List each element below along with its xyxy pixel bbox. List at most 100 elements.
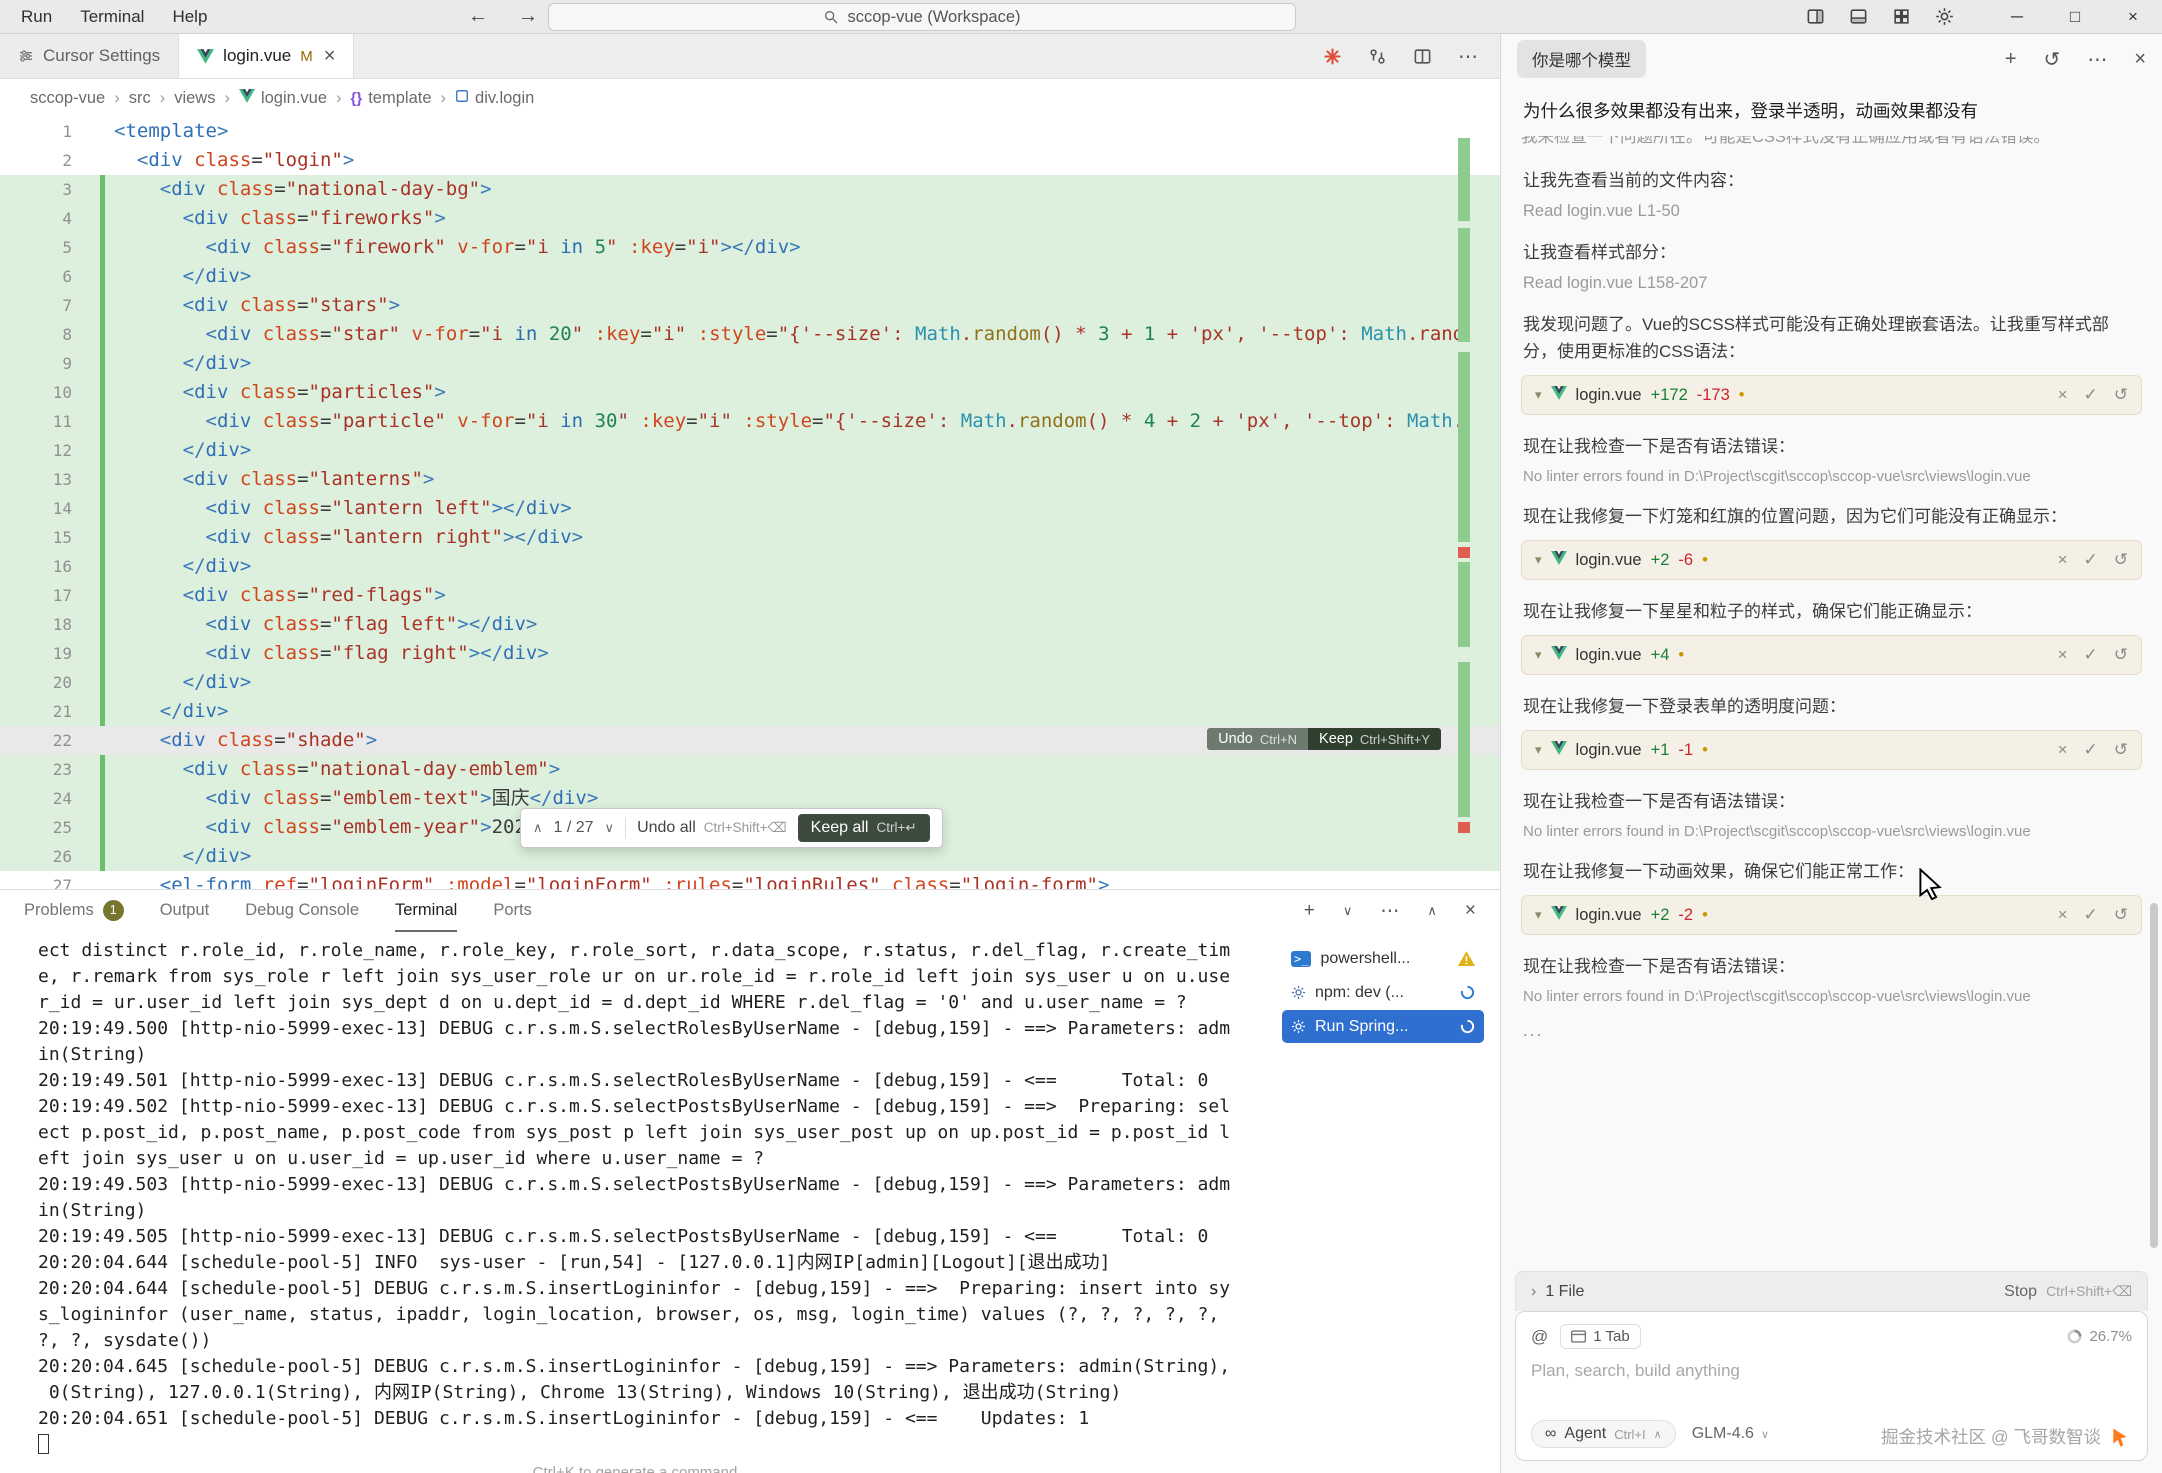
terminal-dropdown-icon[interactable]: ∨ [1343, 903, 1353, 919]
files-bar[interactable]: › 1 File Stop Ctrl+Shift+⌫ [1515, 1271, 2148, 1311]
settings-gear-icon[interactable] [1935, 7, 1954, 26]
terminal-session-powershell[interactable]: >_powershell... [1282, 942, 1484, 975]
breadcrumb-item-views[interactable]: views [174, 89, 215, 108]
line-number[interactable]: 6 [0, 262, 72, 291]
line-number[interactable]: 1 [0, 117, 72, 146]
new-terminal-icon[interactable]: + [1304, 900, 1315, 922]
keep-button[interactable]: KeepCtrl+Shift+Y [1308, 728, 1441, 750]
revert-icon[interactable]: ↺ [2114, 905, 2128, 925]
tab-cursor-settings[interactable]: Cursor Settings [0, 34, 179, 78]
line-number[interactable]: 23 [0, 755, 72, 784]
breadcrumb-item-login-vue[interactable]: login.vue [239, 89, 327, 108]
line-number[interactable]: 19 [0, 639, 72, 668]
revert-icon[interactable]: ↺ [2114, 385, 2128, 405]
next-diff-icon[interactable]: ∨ [605, 820, 615, 836]
line-number[interactable]: 18 [0, 610, 72, 639]
file-edit-chip[interactable]: ▾login.vue+2-6•×✓↺ [1521, 540, 2142, 580]
terminal-view[interactable]: ect distinct r.role_id, r.role_name, r.r… [0, 932, 1500, 1473]
reject-icon[interactable]: × [2058, 645, 2068, 665]
line-number[interactable]: 13 [0, 465, 72, 494]
add-context-button[interactable]: @ [1531, 1327, 1548, 1347]
breadcrumb-item-src[interactable]: src [129, 89, 151, 108]
line-number[interactable]: 9 [0, 349, 72, 378]
reject-icon[interactable]: × [2058, 550, 2068, 570]
context-chip[interactable]: 1 Tab [1560, 1324, 1640, 1349]
chevron-down-icon[interactable]: ▾ [1535, 647, 1542, 663]
chevron-down-icon[interactable]: ▾ [1535, 907, 1542, 923]
file-edit-chip[interactable]: ▾login.vue+2-2•×✓↺ [1521, 895, 2142, 935]
chevron-down-icon[interactable]: ▾ [1535, 552, 1542, 568]
agent-mode-selector[interactable]: ∞ Agent Ctrl+I ∧ [1531, 1420, 1676, 1448]
extensions-icon[interactable] [1892, 7, 1911, 26]
layout-panel-icon[interactable] [1849, 7, 1868, 26]
menu-terminal[interactable]: Terminal [67, 5, 157, 29]
prev-diff-icon[interactable]: ∧ [533, 820, 543, 836]
maximize-button[interactable]: □ [2046, 0, 2104, 34]
maximize-panel-icon[interactable]: ∧ [1427, 903, 1437, 919]
line-number[interactable]: 3 [0, 175, 72, 204]
tool-read-row[interactable]: Read login.vue L1-50 [1523, 202, 2140, 221]
revert-icon[interactable]: ↺ [2114, 645, 2128, 665]
file-edit-chip[interactable]: ▾login.vue+1-1•×✓↺ [1521, 730, 2142, 770]
reject-icon[interactable]: × [2058, 905, 2068, 925]
file-edit-chip[interactable]: ▾login.vue+4•×✓↺ [1521, 635, 2142, 675]
line-number[interactable]: 15 [0, 523, 72, 552]
chevron-down-icon[interactable]: ▾ [1535, 742, 1542, 758]
overview-ruler[interactable] [1458, 117, 1470, 889]
panel-tab-output[interactable]: Output [160, 890, 210, 932]
history-icon[interactable]: ↺ [2044, 47, 2061, 72]
tool-read-row[interactable]: Read login.vue L158-207 [1523, 274, 2140, 293]
line-number[interactable]: 21 [0, 697, 72, 726]
layout-columns-icon[interactable] [1806, 7, 1825, 26]
line-number[interactable]: 4 [0, 204, 72, 233]
line-number[interactable]: 27 [0, 871, 72, 889]
revert-icon[interactable]: ↺ [2114, 550, 2128, 570]
line-number[interactable]: 26 [0, 842, 72, 871]
accept-icon[interactable]: ✓ [2084, 740, 2098, 760]
chat-scrollbar[interactable] [2150, 903, 2158, 1248]
revert-icon[interactable]: ↺ [2114, 740, 2128, 760]
terminal-session-npm-dev[interactable]: npm: dev (... [1282, 976, 1484, 1009]
cursor-ai-icon[interactable] [1323, 47, 1342, 66]
chat-input[interactable]: Plan, search, build anything [1531, 1357, 2132, 1412]
breadcrumb-item-sccop-vue[interactable]: sccop-vue [30, 89, 105, 108]
line-number[interactable]: 25 [0, 813, 72, 842]
chat-tab[interactable]: 你是哪个模型 [1517, 40, 1646, 78]
line-number[interactable]: 5 [0, 233, 72, 262]
undo-button[interactable]: UndoCtrl+N [1207, 728, 1308, 750]
keep-all-button[interactable]: Keep allCtrl+↵ [798, 814, 930, 842]
workspace-search[interactable]: sccop-vue (Workspace) [548, 3, 1296, 31]
line-number[interactable]: 22 [0, 726, 72, 755]
panel-tab-terminal[interactable]: Terminal [395, 890, 457, 932]
panel-tab-problems[interactable]: Problems1 [24, 890, 124, 932]
model-selector[interactable]: GLM-4.6 ∨ [1692, 1425, 1769, 1443]
chevron-down-icon[interactable]: ▾ [1535, 387, 1542, 403]
line-number[interactable]: 24 [0, 784, 72, 813]
close-panel-icon[interactable]: × [1465, 900, 1476, 922]
menu-run[interactable]: Run [8, 5, 65, 29]
line-number[interactable]: 17 [0, 581, 72, 610]
new-chat-icon[interactable]: + [2005, 48, 2017, 71]
split-editor-icon[interactable] [1413, 47, 1432, 66]
code-editor[interactable]: 1<template>2 <div class="login">3 <div c… [0, 117, 1500, 889]
line-number[interactable]: 20 [0, 668, 72, 697]
line-number[interactable]: 12 [0, 436, 72, 465]
breadcrumb-item-template[interactable]: {}template [351, 89, 432, 108]
line-number[interactable]: 8 [0, 320, 72, 349]
line-number[interactable]: 10 [0, 378, 72, 407]
file-edit-chip[interactable]: ▾login.vue+172-173•×✓↺ [1521, 375, 2142, 415]
more-actions-icon[interactable]: ⋯ [1458, 44, 1478, 69]
minimize-button[interactable]: ─ [1988, 0, 2046, 34]
open-changes-icon[interactable] [1368, 47, 1387, 66]
panel-more-icon[interactable]: ⋯ [1380, 900, 1399, 923]
line-number[interactable]: 2 [0, 146, 72, 175]
menu-help[interactable]: Help [159, 5, 220, 29]
reject-icon[interactable]: × [2058, 740, 2068, 760]
back-button[interactable]: ← [468, 5, 488, 28]
accept-icon[interactable]: ✓ [2084, 645, 2098, 665]
panel-tab-ports[interactable]: Ports [493, 890, 532, 932]
reject-icon[interactable]: × [2058, 385, 2068, 405]
stop-button[interactable]: Stop [2004, 1283, 2037, 1301]
close-chat-icon[interactable]: × [2134, 48, 2146, 71]
accept-icon[interactable]: ✓ [2084, 905, 2098, 925]
